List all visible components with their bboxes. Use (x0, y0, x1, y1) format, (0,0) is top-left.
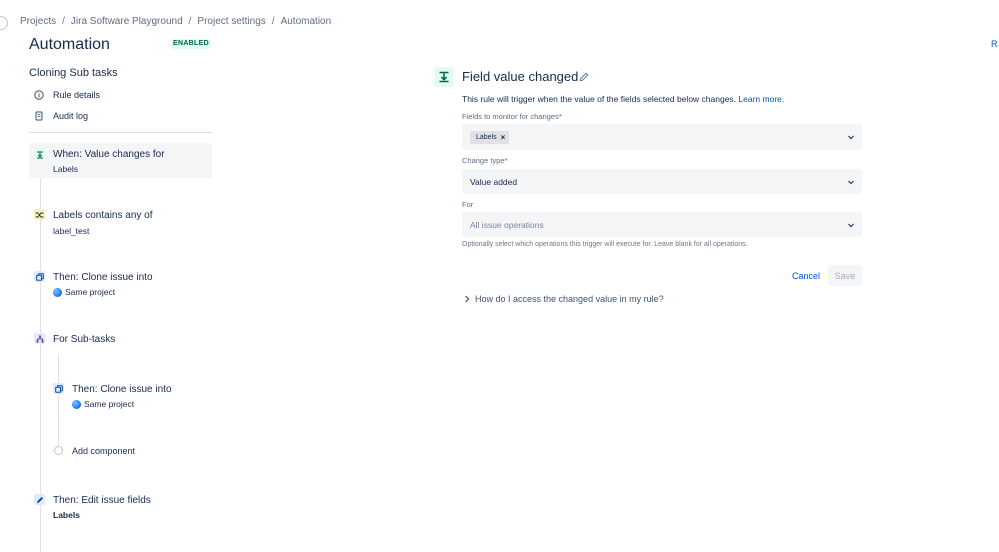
rule-details-label: Rule details (53, 90, 101, 100)
nested-clone-action-title[interactable]: Then: Clone issue into (72, 384, 172, 395)
change-type-label-text: Change type (462, 156, 505, 165)
changed-value-help-expander[interactable]: How do I access the changed value in my … (464, 294, 664, 304)
condition-title[interactable]: Labels contains any of (53, 210, 153, 221)
edge-link-text[interactable]: R (991, 39, 998, 49)
rule-name: Cloning Sub tasks (29, 67, 118, 79)
branch-title[interactable]: For Sub-tasks (53, 334, 115, 345)
for-help-text: Optionally select which operations this … (462, 241, 748, 248)
nested-clone-action-project: Same project (84, 399, 135, 409)
panel-description: This rule will trigger when the value of… (462, 94, 784, 104)
expander-label: How do I access the changed value in my … (475, 294, 664, 304)
panel-title: Field value changed (462, 69, 579, 84)
for-select[interactable]: All issue operations (462, 212, 862, 237)
description-text: This rule will trigger when the value of… (462, 94, 737, 104)
info-icon (34, 90, 44, 100)
page-title: Automation (29, 36, 110, 53)
breadcrumb-project-settings[interactable]: Project settings (197, 16, 265, 27)
condition-subtitle: label_test (53, 226, 90, 236)
edit-action-subtitle: Labels (53, 510, 80, 520)
project-avatar-icon (53, 287, 62, 297)
trigger-icon (34, 149, 45, 160)
audit-log-link[interactable]: Audit log (34, 109, 88, 123)
chevron-down-icon (848, 180, 854, 184)
change-type-label: Change type* (462, 156, 507, 165)
chevron-down-icon (848, 135, 854, 140)
labels-tag: Labels × (470, 130, 510, 144)
add-component-button[interactable]: Add component (72, 446, 135, 456)
save-button[interactable]: Save (828, 265, 862, 286)
trigger-subtitle: Labels (53, 164, 79, 174)
change-type-select[interactable]: Value added (462, 169, 862, 194)
trigger-title: When: Value changes for (53, 149, 165, 160)
breadcrumb-project[interactable]: Jira Software Playground (71, 16, 183, 27)
project-avatar-icon (72, 399, 81, 409)
breadcrumb: Projects / Jira Software Playground / Projec… (20, 16, 332, 27)
pencil-icon (34, 494, 45, 505)
chevron-right-icon (465, 295, 470, 303)
required-marker: * (558, 112, 562, 121)
change-type-value: Value added (470, 176, 518, 187)
status-badge: ENABLED (171, 39, 211, 49)
clone-action-title[interactable]: Then: Clone issue into (53, 272, 153, 283)
labels-tag-text: Labels (476, 133, 497, 141)
for-placeholder: All issue operations (470, 219, 544, 230)
cancel-button[interactable]: Cancel (784, 266, 828, 286)
fields-label-text: Fields to monitor for changes (462, 112, 559, 121)
chevron-down-icon (848, 223, 854, 227)
fields-label: Fields to monitor for changes* (462, 112, 562, 121)
fields-select[interactable]: Labels × (462, 124, 862, 150)
audit-log-label: Audit log (53, 111, 89, 121)
clone-icon (34, 271, 45, 282)
edge-circle (0, 16, 8, 30)
edit-action-title[interactable]: Then: Edit issue fields (53, 495, 151, 506)
document-icon (35, 111, 43, 121)
learn-more-link[interactable]: Learn more. (738, 94, 784, 104)
for-label: For (462, 200, 474, 209)
clone-action-project: Same project (65, 287, 116, 297)
required-marker: * (504, 156, 508, 165)
add-component-circle-icon (54, 446, 63, 455)
clone-action-subtitle: Same project (53, 287, 115, 297)
nested-clone-action-subtitle: Same project (72, 399, 134, 409)
clone-icon (53, 383, 64, 394)
branch-icon (34, 333, 45, 344)
rule-details-link[interactable]: Rule details (34, 88, 100, 102)
condition-icon (34, 209, 45, 220)
branch-connector-line (58, 354, 59, 454)
breadcrumb-automation[interactable]: Automation (281, 16, 332, 27)
remove-tag-icon[interactable]: × (501, 133, 506, 142)
edit-title-pencil-icon[interactable] (579, 72, 589, 85)
trigger-icon (434, 67, 454, 87)
sidebar-divider (29, 132, 212, 133)
breadcrumb-projects[interactable]: Projects (20, 16, 56, 27)
